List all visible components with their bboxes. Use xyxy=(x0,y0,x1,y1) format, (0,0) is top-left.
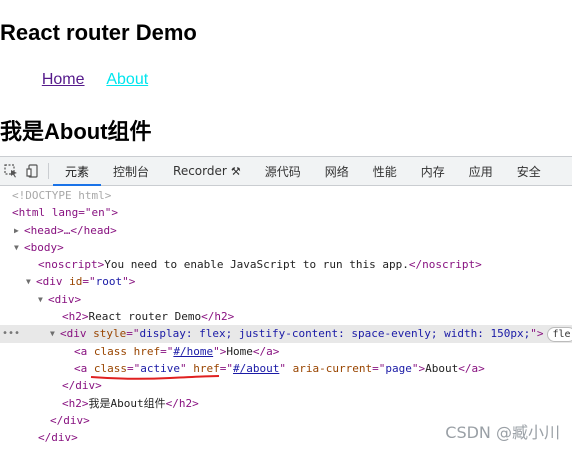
root-id-value: root xyxy=(95,275,123,289)
dom-line-home-anchor[interactable]: <a class href="#/home">Home</a> xyxy=(0,343,572,360)
dom-line-h2-title[interactable]: <h2>React router Demo</h2> xyxy=(0,308,572,325)
head-collapsed-tag: <head>…</head> xyxy=(24,223,117,237)
tab-sources[interactable]: 源代码 xyxy=(253,157,313,185)
inspect-element-icon[interactable] xyxy=(0,157,22,185)
tab-console[interactable]: 控制台 xyxy=(101,157,161,185)
dom-line-doctype[interactable]: <!DOCTYPE html> xyxy=(0,187,572,204)
dom-line-nav-div-selected[interactable]: ••• ▼ <div style="display: flex; justify-c… xyxy=(0,325,572,343)
home-anchor-text: Home xyxy=(226,344,253,358)
tab-security-label: 安全 xyxy=(516,164,541,179)
nav-style-value: display: flex; justify-content: space-ev… xyxy=(139,327,531,341)
tab-recorder-label: Recorder xyxy=(173,164,227,178)
tab-performance[interactable]: 性能 xyxy=(361,157,409,185)
device-toolbar-icon[interactable] xyxy=(22,157,44,185)
tab-sources-label: 源代码 xyxy=(264,164,301,179)
flex-badge[interactable]: fle xyxy=(547,327,572,343)
toolbar-separator xyxy=(48,163,49,179)
tab-network-label: 网络 xyxy=(324,164,349,179)
dom-tree: <!DOCTYPE html> <html lang="en"> ▶ <head>… xyxy=(0,186,572,446)
expand-triangle-icon[interactable]: ▶ xyxy=(14,222,24,239)
body-open-tag: <body> xyxy=(24,240,64,254)
tab-security[interactable]: 安全 xyxy=(505,157,553,185)
about-anchor-text: About xyxy=(425,361,459,375)
h2-component-text: 我是About组件 xyxy=(88,396,166,410)
dom-line-about-anchor[interactable]: <a class="active" href="#/about" aria-cu… xyxy=(0,360,572,377)
tab-elements-label: 元素 xyxy=(65,164,90,179)
about-class-value: active xyxy=(140,361,180,375)
dom-line-body[interactable]: ▼ <body> xyxy=(0,239,572,256)
tab-memory[interactable]: 内存 xyxy=(409,157,457,185)
dom-line-html[interactable]: <html lang="en"> xyxy=(0,204,572,221)
nav-bar: Home About xyxy=(20,71,170,89)
dom-line-head[interactable]: ▶ <head>…</head> xyxy=(0,222,572,239)
tab-application[interactable]: 应用 xyxy=(457,157,505,185)
dom-line-close-nav-div[interactable]: </div> xyxy=(0,377,572,394)
dom-line-noscript[interactable]: <noscript>You need to enable JavaScript … xyxy=(0,256,572,273)
page-title: React router Demo xyxy=(0,20,197,45)
collapse-triangle-icon[interactable]: ▼ xyxy=(14,239,24,256)
dom-line-inner-div[interactable]: ▼ <div> xyxy=(0,291,572,308)
collapse-triangle-icon[interactable]: ▼ xyxy=(50,325,60,342)
about-component-title: 我是About组件 xyxy=(0,119,152,144)
home-link[interactable]: Home xyxy=(42,71,85,89)
devtools-panel: 元素 控制台 Recorder ⚒ 源代码 网络 性能 内存 应用 安全 <!DO… xyxy=(0,156,572,452)
tab-console-label: 控制台 xyxy=(113,164,150,179)
dom-line-h2-component[interactable]: <h2>我是About组件</h2> xyxy=(0,395,572,412)
html-open-tag: <html lang="en"> xyxy=(12,206,118,220)
tab-elements[interactable]: 元素 xyxy=(53,157,102,186)
about-link[interactable]: About xyxy=(106,71,148,89)
tab-application-label: 应用 xyxy=(468,164,493,179)
doctype-text: <!DOCTYPE html> xyxy=(12,189,112,202)
home-href-link[interactable]: #/home xyxy=(173,345,213,358)
aria-current-value: page xyxy=(385,361,412,375)
devtools-toolbar: 元素 控制台 Recorder ⚒ 源代码 网络 性能 内存 应用 安全 xyxy=(0,157,572,186)
tab-performance-label: 性能 xyxy=(372,164,397,179)
tab-memory-label: 内存 xyxy=(420,164,445,179)
tab-network[interactable]: 网络 xyxy=(313,157,361,185)
flask-icon: ⚒ xyxy=(230,164,241,178)
about-href-link[interactable]: #/about xyxy=(233,362,279,375)
dom-line-root-div[interactable]: ▼ <div id="root"> xyxy=(0,273,572,290)
tab-recorder[interactable]: Recorder ⚒ xyxy=(161,157,253,185)
watermark: CSDN @臧小川 xyxy=(445,423,560,442)
collapse-triangle-icon[interactable]: ▼ xyxy=(38,291,48,308)
more-options-icon[interactable]: ••• xyxy=(2,325,20,342)
noscript-text: You need to enable JavaScript to run thi… xyxy=(104,258,409,272)
h2-title-text: React router Demo xyxy=(88,310,202,324)
collapse-triangle-icon[interactable]: ▼ xyxy=(26,273,36,290)
